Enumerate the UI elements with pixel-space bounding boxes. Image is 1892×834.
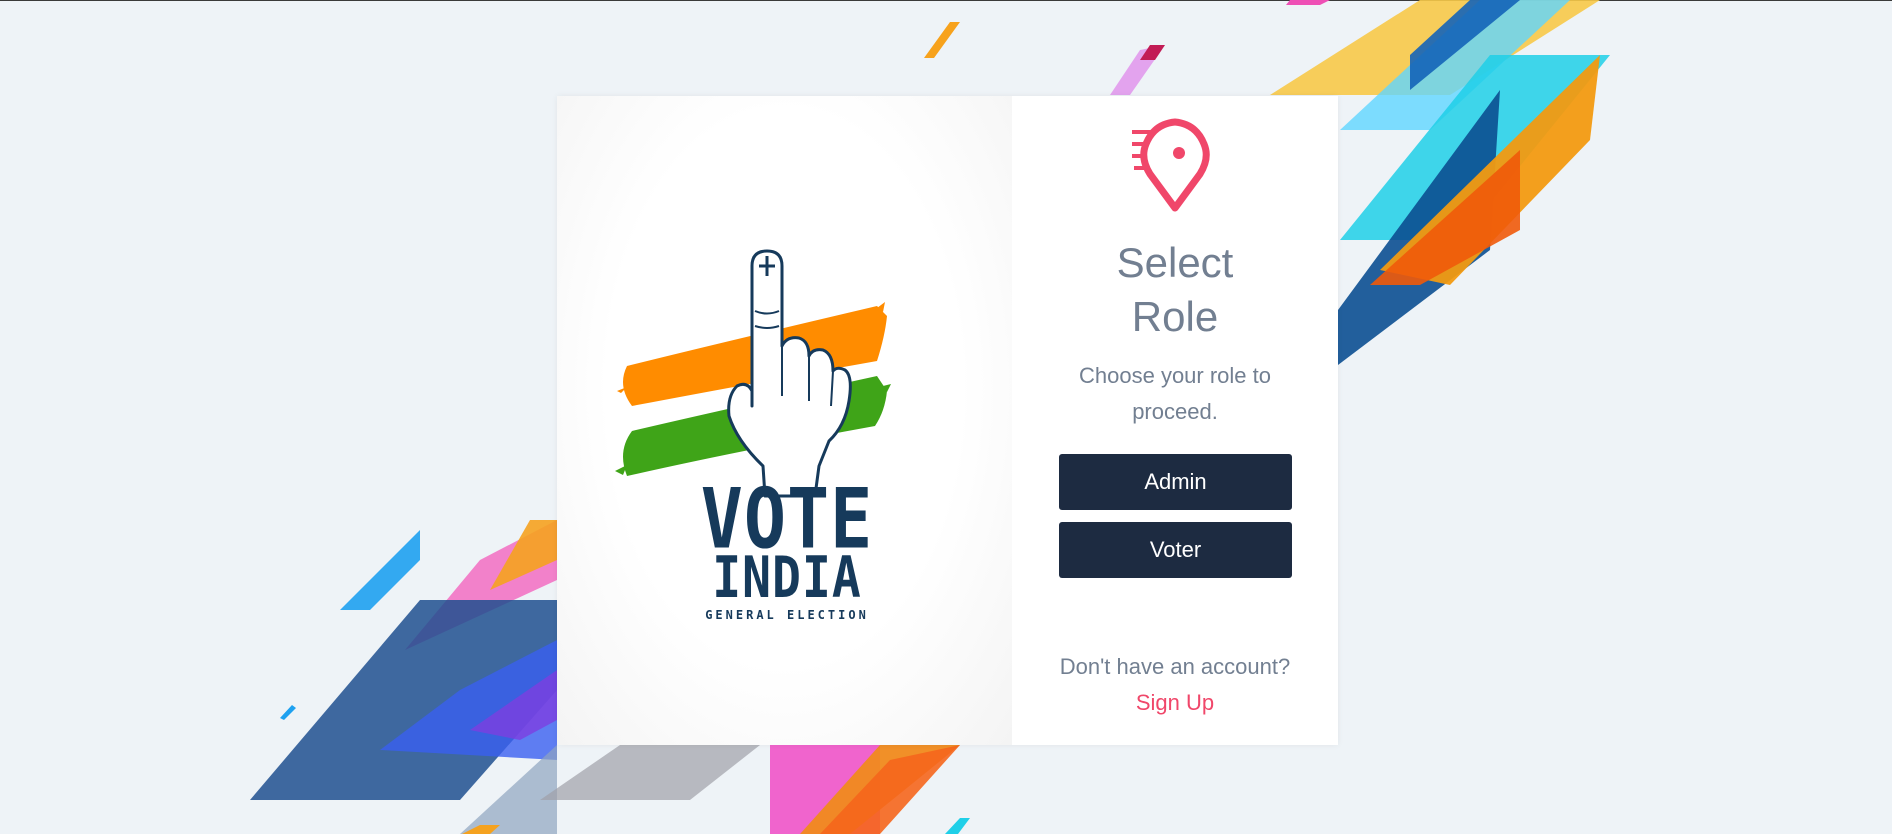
admin-button[interactable]: Admin bbox=[1059, 454, 1292, 510]
role-panel: Select Role Choose your role to proceed.… bbox=[1012, 96, 1338, 745]
signup-prompt: Don't have an account? Sign Up bbox=[1052, 649, 1298, 721]
poster-general-election-text: GENERAL ELECTION bbox=[705, 608, 869, 622]
title-line-1: Select bbox=[1116, 239, 1234, 286]
signup-link[interactable]: Sign Up bbox=[1136, 690, 1214, 715]
no-account-text: Don't have an account? bbox=[1059, 654, 1291, 679]
poster-india-text: INDIA bbox=[712, 544, 862, 612]
voter-button[interactable]: Voter bbox=[1059, 522, 1292, 578]
title-line-2: Role bbox=[1131, 293, 1219, 340]
poster-panel: VOTE INDIA GENERAL ELECTION bbox=[557, 96, 1012, 745]
role-selection-card: VOTE INDIA GENERAL ELECTION Select Role … bbox=[557, 96, 1338, 745]
page-title: Select Role bbox=[1012, 236, 1338, 344]
vote-india-poster: VOTE INDIA GENERAL ELECTION bbox=[587, 226, 987, 626]
subtitle: Choose your role to proceed. bbox=[1079, 363, 1271, 424]
location-pin-icon bbox=[1132, 118, 1210, 212]
